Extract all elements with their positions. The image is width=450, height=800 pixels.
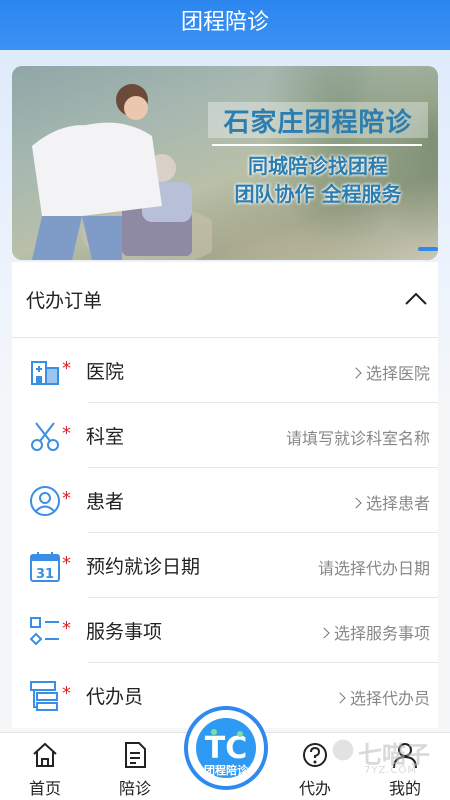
hospital-select[interactable]: 选择医院: [350, 360, 430, 384]
patient-row[interactable]: * 患者 选择患者: [12, 468, 438, 533]
watermark-icon: [332, 739, 354, 761]
required-star: *: [62, 423, 71, 444]
page-title: 团程陪诊: [180, 10, 269, 35]
banner-line-1: 同城陪诊找团程: [248, 154, 388, 178]
user-icon: [30, 486, 60, 516]
banner-divider: [212, 144, 422, 146]
center-logo-button[interactable]: TC 团程陪诊: [184, 706, 268, 790]
chevron-right-icon: [318, 627, 330, 639]
agent-placeholder: 选择代办员: [349, 689, 430, 708]
carousel-indicator[interactable]: [418, 247, 438, 251]
agent-select[interactable]: 选择代办员: [334, 685, 430, 709]
tab-home-label: 首页: [28, 779, 61, 798]
hospital-placeholder: 选择医院: [365, 364, 430, 383]
scissors-icon: [31, 422, 59, 451]
form-header[interactable]: 代办订单: [12, 262, 438, 338]
question-icon: [303, 743, 327, 767]
patient-label: 患者: [86, 491, 125, 513]
logo-caption: 团程陪诊: [204, 764, 248, 777]
calendar-icon: 31: [30, 552, 60, 582]
appointment-date-label: 预约就诊日期: [86, 556, 201, 578]
watermark: 七喵子 7YZ.COM: [330, 735, 440, 785]
order-form: 代办订单 * 医院 选择医院 * 科室 请填写就诊科室名称 * 患者 选择患者 …: [12, 262, 438, 728]
chevron-right-icon: [350, 497, 362, 509]
tab-accompany[interactable]: 陪诊: [100, 733, 170, 800]
promo-banner[interactable]: 石家庄团程陪诊 同城陪诊找团程 团队协作 全程服务: [12, 66, 438, 260]
form-title: 代办订单: [26, 290, 103, 312]
hospital-icon: [31, 361, 59, 385]
document-icon: [125, 742, 146, 768]
banner-photo: [32, 84, 212, 260]
required-star: *: [62, 488, 71, 509]
hospital-label: 医院: [86, 361, 125, 383]
home-icon: [33, 742, 57, 767]
patient-select[interactable]: 选择患者: [350, 490, 430, 514]
calendar-day: 31: [36, 567, 54, 582]
required-star: *: [62, 358, 71, 379]
chevron-right-icon: [334, 692, 346, 704]
service-placeholder: 选择服务事项: [333, 624, 430, 643]
banner-title: 石家庄团程陪诊: [208, 102, 428, 138]
required-star: *: [62, 553, 71, 574]
service-select[interactable]: 选择服务事项: [318, 620, 430, 644]
appointment-date-picker[interactable]: 请选择代办日期: [318, 555, 430, 579]
patient-placeholder: 选择患者: [365, 494, 430, 513]
list-icon: [29, 617, 59, 646]
chevron-up-icon[interactable]: [404, 290, 428, 306]
service-label: 服务事项: [86, 621, 163, 643]
agent-icon: [30, 681, 58, 711]
tab-accompany-label: 陪诊: [118, 779, 151, 798]
chevron-right-icon: [350, 367, 362, 379]
service-row[interactable]: * 服务事项 选择服务事项: [12, 598, 438, 663]
tab-home[interactable]: 首页: [10, 733, 80, 800]
watermark-url: 7YZ.COM: [364, 765, 417, 776]
required-star: *: [62, 683, 71, 704]
banner-line-2: 团队协作 全程服务: [234, 182, 402, 206]
required-star: *: [62, 618, 71, 639]
hospital-row[interactable]: * 医院 选择医院: [12, 338, 438, 403]
department-input[interactable]: 请填写就诊科室名称: [286, 425, 430, 449]
department-row[interactable]: * 科室 请填写就诊科室名称: [12, 403, 438, 468]
agent-label: 代办员: [86, 686, 144, 708]
department-label: 科室: [86, 426, 125, 448]
app-header: 团程陪诊: [0, 0, 450, 50]
appointment-date-row[interactable]: 31 * 预约就诊日期 请选择代办日期: [12, 533, 438, 598]
